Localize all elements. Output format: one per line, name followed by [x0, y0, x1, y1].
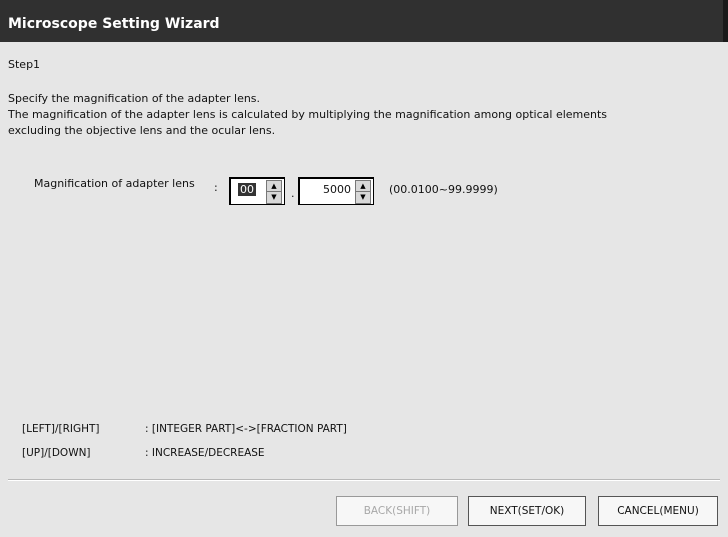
- magnification-range: (00.0100~99.9999): [389, 183, 498, 196]
- decimal-separator: .: [291, 187, 295, 200]
- next-button[interactable]: NEXT(SET/OK): [468, 496, 586, 526]
- fraction-part-value: 5000: [323, 183, 351, 196]
- title-bar: Microscope Setting Wizard: [0, 0, 728, 42]
- description: Specify the magnification of the adapter…: [8, 91, 607, 139]
- cancel-button[interactable]: CANCEL(MENU): [598, 496, 718, 526]
- fraction-part-spin-buttons: ▲ ▼: [355, 180, 371, 204]
- magnification-colon: :: [214, 181, 218, 194]
- integer-part-value: 00: [238, 183, 256, 196]
- key-up-down-desc: : INCREASE/DECREASE: [145, 447, 265, 459]
- description-line-1: Specify the magnification of the adapter…: [8, 92, 261, 105]
- back-button[interactable]: BACK(SHIFT): [336, 496, 458, 526]
- integer-part-spin-buttons: ▲ ▼: [266, 180, 282, 204]
- step-label: Step1: [8, 58, 41, 71]
- down-arrow-icon[interactable]: ▼: [356, 192, 370, 203]
- key-left-right-desc: : [INTEGER PART]<->[FRACTION PART]: [145, 423, 347, 435]
- wizard-content: Step1 Specify the magnification of the a…: [0, 42, 728, 537]
- description-line-2: The magnification of the adapter lens is…: [8, 108, 608, 121]
- magnification-label: Magnification of adapter lens: [34, 177, 195, 190]
- key-up-down: [UP]/[DOWN]: [22, 447, 91, 459]
- down-arrow-icon[interactable]: ▼: [267, 192, 281, 203]
- description-line-3: excluding the objective lens and the ocu…: [8, 124, 276, 137]
- up-arrow-icon[interactable]: ▲: [267, 181, 281, 192]
- up-arrow-icon[interactable]: ▲: [356, 181, 370, 192]
- key-left-right: [LEFT]/[RIGHT]: [22, 423, 100, 435]
- title-bar-edge: [723, 0, 728, 42]
- fraction-part-spinbox[interactable]: 5000 ▲ ▼: [298, 177, 374, 205]
- divider-highlight: [8, 480, 720, 481]
- window-title: Microscope Setting Wizard: [8, 16, 220, 32]
- integer-part-spinbox[interactable]: 00 ▲ ▼: [229, 177, 285, 205]
